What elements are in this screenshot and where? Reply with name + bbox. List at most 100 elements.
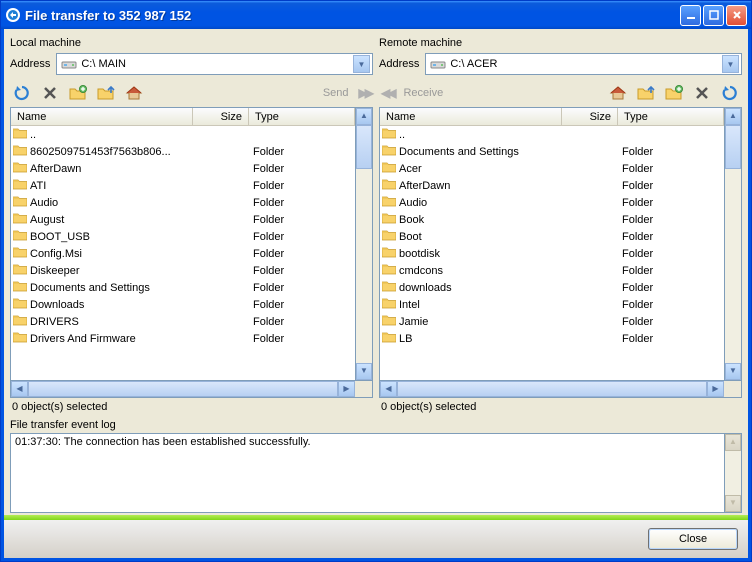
close-button[interactable]: Close — [648, 528, 738, 550]
item-name: Audio — [30, 197, 58, 209]
scroll-up-icon[interactable]: ▲ — [725, 108, 741, 125]
list-item[interactable]: bootdiskFolder — [380, 245, 724, 262]
list-item[interactable]: Drivers And FirmwareFolder — [11, 330, 355, 347]
col-type[interactable]: Type — [249, 108, 355, 126]
local-address-value: C:\ MAIN — [81, 58, 349, 70]
item-type: Folder — [616, 333, 722, 345]
col-type[interactable]: Type — [618, 108, 724, 126]
scroll-up-icon[interactable]: ▲ — [356, 108, 372, 125]
list-item[interactable]: BookFolder — [380, 211, 724, 228]
item-type: Folder — [616, 248, 722, 260]
item-name: ATI — [30, 180, 46, 192]
scroll-down-icon[interactable]: ▼ — [725, 495, 741, 512]
log-vscroll[interactable]: ▲ ▼ — [725, 433, 742, 513]
local-file-list[interactable]: Name Size Type .. 8602509751453f7563b806.… — [10, 107, 356, 381]
close-window-button[interactable] — [726, 5, 747, 26]
scroll-left-icon[interactable]: ◀ — [380, 381, 397, 397]
parent-folder-button[interactable] — [94, 81, 118, 105]
folder-icon — [382, 127, 396, 142]
folder-icon — [13, 314, 27, 329]
list-item[interactable]: BootFolder — [380, 228, 724, 245]
chevron-down-icon[interactable]: ▼ — [722, 55, 739, 73]
remote-hscroll[interactable]: ◀ ▶ — [379, 381, 742, 398]
list-item[interactable]: AcerFolder — [380, 160, 724, 177]
folder-icon — [13, 178, 27, 193]
home-button[interactable] — [606, 81, 630, 105]
item-name: Downloads — [30, 299, 84, 311]
minimize-button[interactable] — [680, 5, 701, 26]
list-item[interactable]: .. — [380, 126, 724, 143]
local-title: Local machine — [10, 35, 373, 51]
refresh-button[interactable] — [718, 81, 742, 105]
remote-vscroll[interactable]: ▲ ▼ — [725, 107, 742, 381]
remote-toolbar: ◀◀ Receive — [379, 79, 742, 107]
maximize-button[interactable] — [703, 5, 724, 26]
delete-button[interactable] — [690, 81, 714, 105]
list-item[interactable]: AfterDawnFolder — [380, 177, 724, 194]
col-name[interactable]: Name — [380, 108, 562, 126]
local-hscroll[interactable]: ◀ ▶ — [10, 381, 373, 398]
list-item[interactable]: Documents and SettingsFolder — [380, 143, 724, 160]
log-box[interactable]: 01:37:30: The connection has been establ… — [10, 433, 725, 513]
item-name: .. — [30, 129, 36, 141]
item-name: downloads — [399, 282, 452, 294]
scroll-right-icon[interactable]: ▶ — [338, 381, 355, 397]
item-name: Acer — [399, 163, 422, 175]
list-item[interactable]: DRIVERSFolder — [11, 313, 355, 330]
list-item[interactable]: cmdconsFolder — [380, 262, 724, 279]
item-name: Config.Msi — [30, 248, 82, 260]
hscroll-thumb[interactable] — [397, 381, 707, 397]
local-vscroll[interactable]: ▲ ▼ — [356, 107, 373, 381]
col-size[interactable]: Size — [193, 108, 249, 126]
scroll-up-icon[interactable]: ▲ — [725, 434, 741, 451]
chevron-down-icon[interactable]: ▼ — [353, 55, 370, 73]
list-item[interactable]: LBFolder — [380, 330, 724, 347]
item-name: Audio — [399, 197, 427, 209]
receive-arrow-icon[interactable]: ◀◀ — [379, 86, 395, 100]
hscroll-thumb[interactable] — [28, 381, 338, 397]
delete-button[interactable] — [38, 81, 62, 105]
folder-icon — [13, 212, 27, 227]
list-item[interactable]: AudioFolder — [380, 194, 724, 211]
scroll-thumb[interactable] — [725, 125, 741, 169]
list-item[interactable]: .. — [11, 126, 355, 143]
remote-address-combo[interactable]: C:\ ACER ▼ — [425, 53, 742, 75]
list-item[interactable]: 8602509751453f7563b806...Folder — [11, 143, 355, 160]
send-arrow-icon[interactable]: ▶▶ — [357, 86, 373, 100]
folder-icon — [382, 331, 396, 346]
list-item[interactable]: AugustFolder — [11, 211, 355, 228]
scroll-thumb[interactable] — [356, 125, 372, 169]
scroll-down-icon[interactable]: ▼ — [356, 363, 372, 380]
scroll-down-icon[interactable]: ▼ — [725, 363, 741, 380]
drive-icon — [430, 56, 446, 72]
folder-icon — [382, 229, 396, 244]
remote-file-list[interactable]: Name Size Type ..Documents and SettingsF… — [379, 107, 725, 381]
col-size[interactable]: Size — [562, 108, 618, 126]
list-item[interactable]: Documents and SettingsFolder — [11, 279, 355, 296]
list-item[interactable]: DiskeeperFolder — [11, 262, 355, 279]
list-item[interactable]: Config.MsiFolder — [11, 245, 355, 262]
col-name[interactable]: Name — [11, 108, 193, 126]
parent-folder-button[interactable] — [634, 81, 658, 105]
list-item[interactable]: BOOT_USBFolder — [11, 228, 355, 245]
list-item[interactable]: downloadsFolder — [380, 279, 724, 296]
home-button[interactable] — [122, 81, 146, 105]
scroll-right-icon[interactable]: ▶ — [707, 381, 724, 397]
list-item[interactable]: ATI Folder — [11, 177, 355, 194]
local-address-combo[interactable]: C:\ MAIN ▼ — [56, 53, 373, 75]
new-folder-button[interactable] — [662, 81, 686, 105]
refresh-button[interactable] — [10, 81, 34, 105]
list-item[interactable]: AudioFolder — [11, 194, 355, 211]
list-item[interactable]: JamieFolder — [380, 313, 724, 330]
list-item[interactable]: IntelFolder — [380, 296, 724, 313]
new-folder-button[interactable] — [66, 81, 90, 105]
list-item[interactable]: DownloadsFolder — [11, 296, 355, 313]
scroll-left-icon[interactable]: ◀ — [11, 381, 28, 397]
item-type: Folder — [247, 180, 353, 192]
item-name: Boot — [399, 231, 422, 243]
window-controls — [680, 5, 747, 26]
log-entry: 01:37:30: The connection has been establ… — [15, 436, 720, 448]
list-item[interactable]: AfterDawnFolder — [11, 160, 355, 177]
item-name: Drivers And Firmware — [30, 333, 136, 345]
remote-status: 0 object(s) selected — [379, 398, 742, 419]
